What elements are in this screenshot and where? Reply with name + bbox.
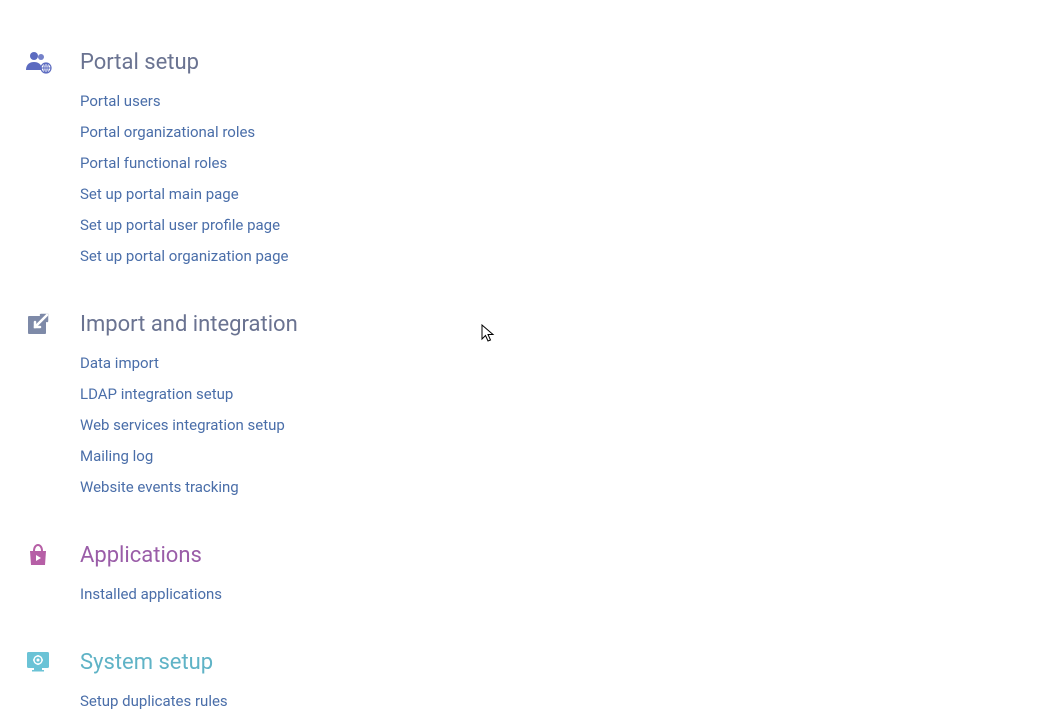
- section-title-system-setup: System setup: [80, 650, 213, 675]
- link-portal-users[interactable]: Portal users: [80, 86, 1061, 117]
- section-system-setup: System setup Setup duplicates rules: [24, 648, 1061, 717]
- link-set-up-portal-organization-page[interactable]: Set up portal organization page: [80, 241, 1061, 272]
- shopping-bag-icon: [24, 541, 52, 569]
- section-import-integration: Import and integration Data import LDAP …: [24, 310, 1061, 503]
- link-data-import[interactable]: Data import: [80, 348, 1061, 379]
- section-title-import-integration: Import and integration: [80, 312, 298, 337]
- section-items: Portal users Portal organizational roles…: [80, 86, 1061, 272]
- monitor-gear-icon: [24, 648, 52, 676]
- link-portal-functional-roles[interactable]: Portal functional roles: [80, 148, 1061, 179]
- link-ldap-integration-setup[interactable]: LDAP integration setup: [80, 379, 1061, 410]
- section-title-applications: Applications: [80, 543, 202, 568]
- link-mailing-log[interactable]: Mailing log: [80, 441, 1061, 472]
- section-applications: Applications Installed applications: [24, 541, 1061, 610]
- link-installed-applications[interactable]: Installed applications: [80, 579, 1061, 610]
- link-setup-duplicates-rules[interactable]: Setup duplicates rules: [80, 686, 1061, 717]
- section-title-portal-setup: Portal setup: [80, 50, 199, 75]
- section-items: Installed applications: [80, 579, 1061, 610]
- portal-users-icon: [24, 48, 52, 76]
- link-website-events-tracking[interactable]: Website events tracking: [80, 472, 1061, 503]
- section-header: Portal setup: [24, 48, 1061, 76]
- section-header: Import and integration: [24, 310, 1061, 338]
- section-header: Applications: [24, 541, 1061, 569]
- section-items: Setup duplicates rules: [80, 686, 1061, 717]
- section-items: Data import LDAP integration setup Web s…: [80, 348, 1061, 503]
- import-icon: [24, 310, 52, 338]
- link-web-services-integration-setup[interactable]: Web services integration setup: [80, 410, 1061, 441]
- link-set-up-portal-main-page[interactable]: Set up portal main page: [80, 179, 1061, 210]
- section-portal-setup: Portal setup Portal users Portal organiz…: [24, 48, 1061, 272]
- section-header: System setup: [24, 648, 1061, 676]
- link-set-up-portal-user-profile-page[interactable]: Set up portal user profile page: [80, 210, 1061, 241]
- link-portal-organizational-roles[interactable]: Portal organizational roles: [80, 117, 1061, 148]
